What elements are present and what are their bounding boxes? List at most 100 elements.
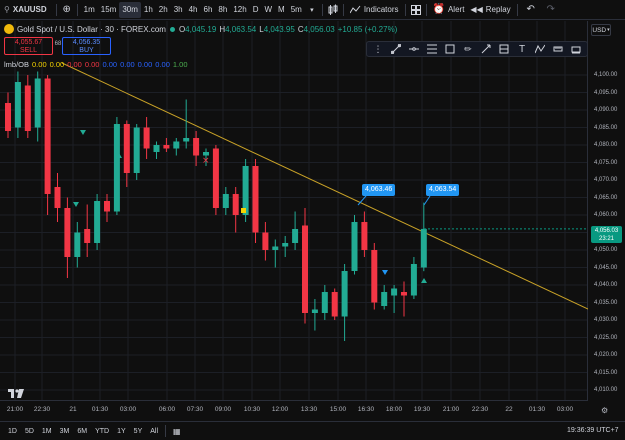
interval-8h[interactable]: 8h — [215, 2, 230, 18]
range-5D[interactable]: 5D — [21, 428, 38, 435]
time-tick-label: 19:30 — [413, 406, 431, 413]
toolbar-divider — [55, 3, 57, 16]
interval-5m[interactable]: 5m — [288, 2, 305, 18]
market-open-icon — [169, 26, 175, 32]
indicator-legend[interactable]: lmb/OB 0.00 0.00 0.00 0.00 0.00 0.00 0.00 0.00 1… — [4, 60, 188, 69]
chart-type-candles-icon[interactable] — [326, 2, 340, 18]
indicator-value: 0.00 — [67, 60, 82, 69]
interval-15m[interactable]: 15m — [98, 2, 120, 18]
candle-body — [212, 148, 219, 208]
bottom-bar: 1D 5D 1M 3M 6M YTD 1Y 5Y All ▦ 19:36:39 UTC+7 — [0, 421, 625, 440]
interval-1h[interactable]: 1h — [141, 2, 156, 18]
price-callout[interactable]: 4,063.46 — [362, 184, 396, 196]
chevron-down-icon: ▾ — [607, 27, 610, 33]
replay-label: Replay — [485, 5, 511, 14]
range-1Y[interactable]: 1Y — [113, 428, 130, 435]
candle-body — [222, 194, 229, 208]
range-group: 1D 5D 1M 3M 6M YTD 1Y 5Y All — [0, 428, 162, 435]
interval-4h[interactable]: 4h — [186, 2, 201, 18]
chart-canvas[interactable]: × — [0, 21, 588, 401]
horizontal-line-icon[interactable] — [409, 44, 419, 54]
candle-body — [242, 166, 249, 215]
time-tick-label: 18:00 — [385, 406, 403, 413]
range-All[interactable]: All — [146, 428, 162, 435]
sell-label: SELL — [19, 47, 38, 54]
signal-down-marker — [73, 202, 79, 207]
indicator-value: 0.00 — [120, 60, 135, 69]
alert-button[interactable]: ⏰ Alert — [430, 2, 468, 18]
chevron-down-icon[interactable]: ▾ — [305, 2, 319, 18]
price-tick-label: 4,085.00 — [594, 124, 618, 131]
candle-body — [34, 78, 41, 128]
symbol-search[interactable]: ⚲ XAUUSD — [0, 0, 53, 20]
price-tick-label: 4,020.00 — [594, 352, 618, 358]
indicator-value: 0.00 — [84, 60, 100, 69]
indicators-button[interactable]: Indicators — [347, 2, 402, 18]
eraser-icon[interactable] — [571, 44, 581, 54]
trade-panel: 4,055.67 SELL 68 4,056.35 BUY — [4, 37, 111, 55]
time-tick-label: 22:30 — [471, 406, 489, 413]
redo-icon[interactable]: ↷ — [544, 2, 558, 18]
rectangle-icon[interactable] — [445, 44, 455, 54]
range-6M[interactable]: 6M — [73, 428, 91, 435]
currency-label: USD — [592, 26, 607, 34]
candle-body — [94, 201, 101, 243]
price-callout[interactable]: 4,063.54 — [426, 184, 460, 196]
sell-button[interactable]: 4,055.67 SELL — [4, 37, 53, 55]
toolbar-divider — [342, 3, 344, 16]
range-1D[interactable]: 1D — [4, 428, 21, 435]
price-tick-label: 4,045.00 — [594, 264, 618, 271]
time-tick-label: 21:00 — [442, 406, 460, 413]
range-1M[interactable]: 1M — [38, 428, 56, 435]
interval-D[interactable]: D — [250, 2, 262, 18]
range-3M[interactable]: 3M — [56, 428, 74, 435]
interval-M[interactable]: M — [275, 2, 288, 18]
indicator-value: 0.00 — [155, 60, 170, 69]
text-tool-icon[interactable]: T — [517, 44, 527, 55]
compare-add-icon[interactable]: ⊕ — [60, 2, 74, 18]
cross-marker: × — [202, 156, 210, 166]
candle-body — [193, 138, 200, 156]
interval-1m[interactable]: 1m — [81, 2, 98, 18]
legend-title: Gold Spot / U.S. Dollar · 30 · FOREX.com — [17, 24, 166, 34]
range-YTD[interactable]: YTD — [91, 428, 113, 435]
candle-body — [331, 292, 338, 317]
grip-icon[interactable]: ⋮ — [373, 44, 383, 54]
price-tick-label: 4,015.00 — [594, 369, 618, 376]
interval-30m[interactable]: 30m — [119, 1, 141, 18]
search-icon: ⚲ — [4, 5, 10, 14]
candle-body — [302, 225, 308, 313]
pattern-icon[interactable] — [535, 44, 545, 54]
legend-high: 4,063.54 — [225, 24, 257, 34]
signal-down-marker — [80, 130, 86, 135]
price-tick-label: 4,070.00 — [594, 177, 618, 183]
price-tick-label: 4,025.00 — [594, 334, 618, 341]
price-tick-label: 4,065.00 — [594, 194, 618, 201]
symbol-legend: Gold Spot / U.S. Dollar · 30 · FOREX.com… — [4, 24, 400, 34]
clock[interactable]: 19:36:39 UTC+7 — [567, 427, 619, 434]
interval-2h[interactable]: 2h — [156, 2, 171, 18]
replay-button[interactable]: ◀◀ Replay — [467, 2, 513, 18]
calendar-range-icon[interactable]: ▦ — [169, 427, 185, 436]
interval-W[interactable]: W — [261, 2, 275, 18]
ruler-icon[interactable] — [553, 44, 563, 54]
trend-line-icon[interactable] — [391, 44, 401, 54]
interval-12h[interactable]: 12h — [230, 2, 249, 18]
fib-retracement-icon[interactable] — [427, 44, 437, 54]
candle-body — [113, 124, 120, 212]
spread-value: 68 — [54, 41, 62, 47]
undo-icon[interactable]: ↶ — [524, 2, 538, 18]
tradingview-logo[interactable] — [8, 389, 24, 400]
brush-icon[interactable]: ✏ — [463, 44, 473, 54]
range-5Y[interactable]: 5Y — [130, 428, 147, 435]
buy-button[interactable]: 4,056.35 BUY — [62, 37, 111, 55]
measure-icon[interactable] — [481, 44, 491, 54]
position-icon[interactable] — [499, 44, 509, 54]
time-tick-label: 03:00 — [556, 406, 574, 413]
interval-6h[interactable]: 6h — [201, 2, 216, 18]
gear-icon[interactable]: ⚙ — [601, 406, 608, 415]
currency-selector[interactable]: USD ▾ — [591, 24, 611, 36]
candle-body — [123, 124, 130, 173]
interval-3h[interactable]: 3h — [171, 2, 186, 18]
layout-grid-icon[interactable] — [409, 2, 423, 18]
